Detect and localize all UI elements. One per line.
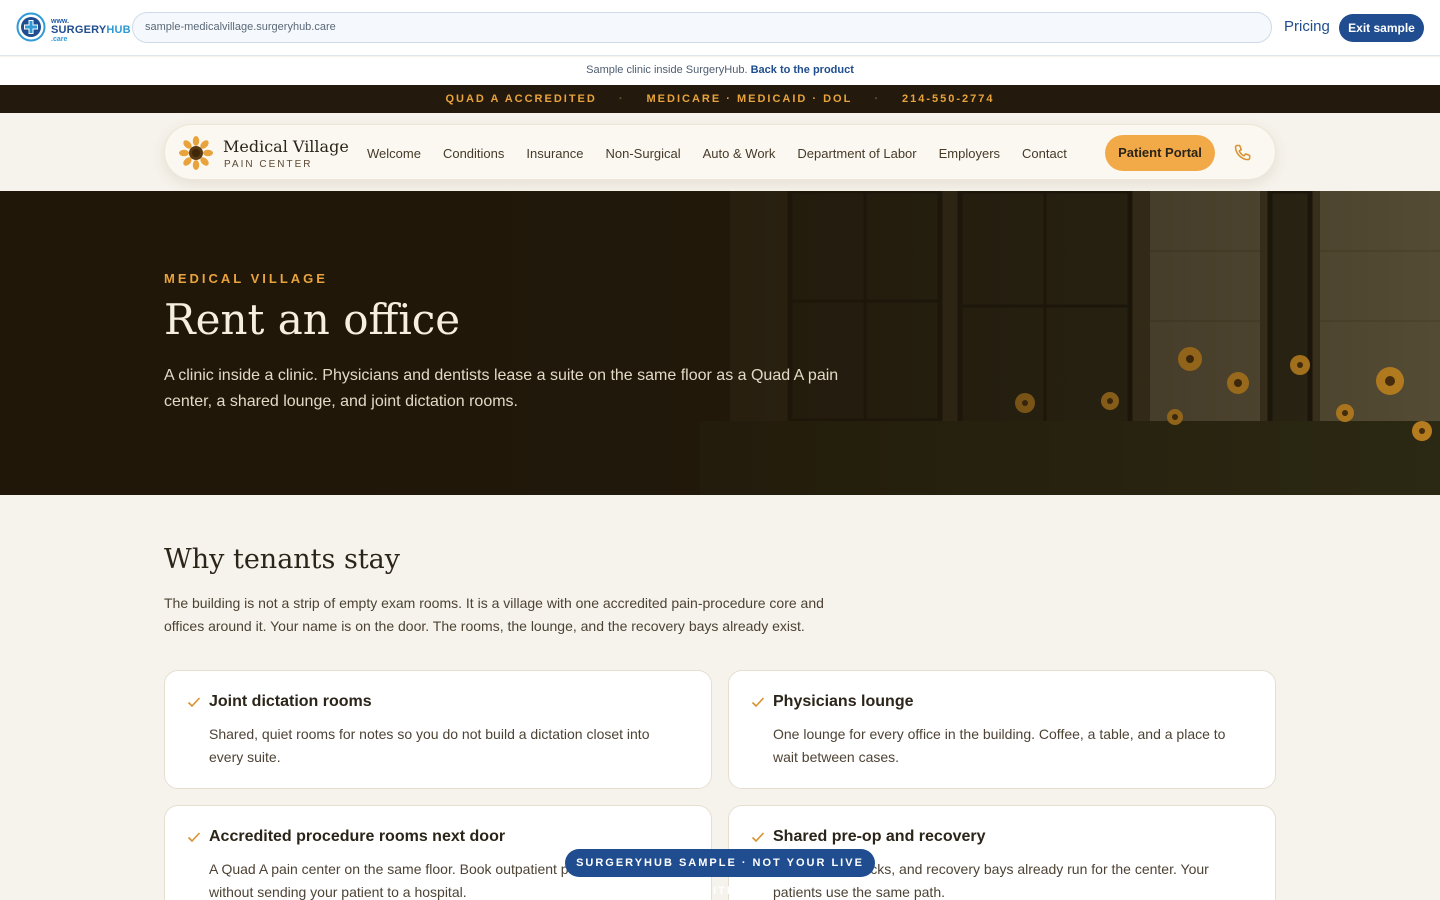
sunflower-icon[interactable] <box>179 136 213 170</box>
nav-employers[interactable]: Employers <box>939 146 1000 161</box>
sample-notice-text: Sample clinic inside SurgeryHub. <box>586 64 748 76</box>
medical-cross-icon <box>16 12 46 42</box>
feature-card-title: Accredited procedure rooms next door <box>209 828 506 845</box>
section-title: Why tenants stay <box>164 544 401 575</box>
logo-wordmark: www. SURGERYHUB .care <box>51 17 131 44</box>
feature-card-title: Joint dictation rooms <box>209 693 372 710</box>
exit-sample-button[interactable]: Exit sample <box>1339 14 1424 42</box>
nav-welcome[interactable]: Welcome <box>367 146 421 161</box>
feature-card-text: One lounge for every office in the build… <box>773 726 1226 765</box>
clinic-header: Medical Village PAIN CENTER Welcome Cond… <box>0 113 1440 191</box>
sample-badge: SURGERYHUB SAMPLE · NOT YOUR LIVE SITE <box>565 849 875 897</box>
nav-contact[interactable]: Contact <box>1022 146 1067 161</box>
hero-description: A clinic inside a clinic. Physicians and… <box>164 367 839 410</box>
feature-card: Joint dictation rooms Shared, quiet room… <box>164 670 712 789</box>
nav-auto-work[interactable]: Auto & Work <box>703 146 776 161</box>
check-icon <box>751 832 765 843</box>
sample-notice: Sample clinic inside SurgeryHub. Back to… <box>0 57 1440 85</box>
accreditation-strip: QUAD A ACCREDITED · MEDICARE · MEDICAID · … <box>0 85 1440 113</box>
address-bar[interactable]: sample-medicalvillage.surgeryhub.care <box>132 12 1272 43</box>
nav-department-of-labor[interactable]: Department of Labor <box>797 146 916 161</box>
strip-accreditation: QUAD A ACCREDITED <box>445 93 597 105</box>
patient-portal-button[interactable]: Patient Portal <box>1105 135 1215 171</box>
check-icon <box>187 697 201 708</box>
feature-card-text: Shared, quiet rooms for notes so you do … <box>209 726 650 765</box>
hero: MEDICAL VILLAGE Rent an office A clinic … <box>0 191 1440 495</box>
strip-separator: · <box>618 93 625 105</box>
surgeryhub-bar: www. SURGERYHUB .care sample-medicalvill… <box>0 0 1440 56</box>
surgeryhub-logo[interactable]: www. SURGERYHUB .care <box>16 12 131 44</box>
phone-icon[interactable] <box>1233 143 1253 163</box>
clinic-nav: Medical Village PAIN CENTER Welcome Cond… <box>164 124 1276 180</box>
nav-conditions[interactable]: Conditions <box>443 146 504 161</box>
brand-name[interactable]: Medical Village <box>223 137 349 156</box>
feature-card-title: Physicians lounge <box>773 693 914 710</box>
nav-non-surgical[interactable]: Non-Surgical <box>605 146 680 161</box>
page-title: Rent an office <box>164 295 461 344</box>
strip-insurance: MEDICARE · MEDICAID · DOL <box>646 93 853 105</box>
logo-tld: .care <box>51 36 68 43</box>
section-description: The building is not a strip of empty exa… <box>164 595 824 634</box>
check-icon <box>187 832 201 843</box>
nav-links: Welcome Conditions Insurance Non-Surgica… <box>367 125 1089 181</box>
nav-insurance[interactable]: Insurance <box>526 146 583 161</box>
back-to-product-link[interactable]: Back to the product <box>751 64 854 76</box>
brand-subtitle: PAIN CENTER <box>224 159 313 170</box>
feature-card-title: Shared pre-op and recovery <box>773 828 986 845</box>
hero-eyebrow: MEDICAL VILLAGE <box>164 271 328 286</box>
feature-card: Physicians lounge One lounge for every o… <box>728 670 1276 789</box>
strip-phone[interactable]: 214-550-2774 <box>902 93 995 105</box>
logo-name-b: HUB <box>106 24 131 36</box>
pricing-link[interactable]: Pricing <box>1284 18 1330 35</box>
strip-separator: · <box>874 93 880 105</box>
check-icon <box>751 697 765 708</box>
